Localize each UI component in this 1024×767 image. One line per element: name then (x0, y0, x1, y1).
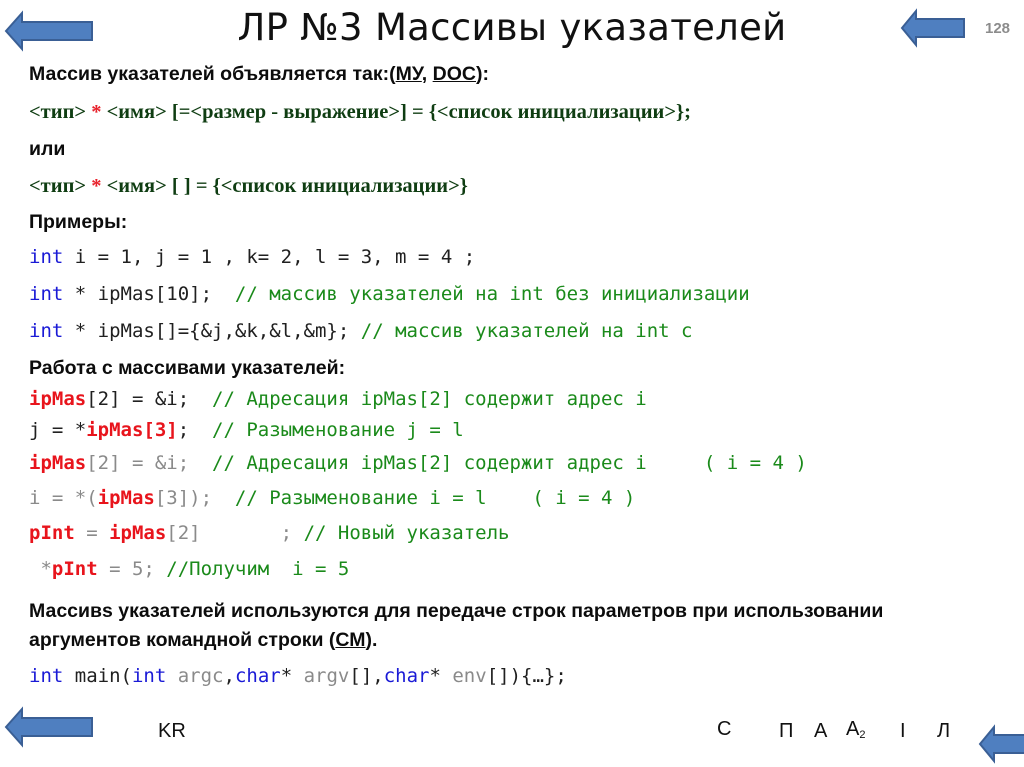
declaration-intro: Массив указателей объявляется так:( (29, 63, 396, 85)
pointer-star: * (91, 101, 102, 123)
examples-heading: Примеры: (29, 211, 128, 233)
back-arrow-bottom-right[interactable] (978, 724, 1024, 764)
syntax-rest: <имя> [ ] = {<список инициализации>} (101, 175, 468, 197)
code-line: pInt = ipMas[2] ; // Новый указатель (29, 522, 509, 544)
code-line: int * ipMas[10]; // массив указателей на… (29, 283, 750, 305)
link-cm[interactable]: СМ (335, 629, 365, 651)
code-text: * ipMas[]={&j,&k,&l,&m}; (63, 320, 361, 342)
keyword: int (29, 665, 64, 687)
argv-description-line-2: аргументов командной строки (СМ). (29, 629, 377, 652)
nav-link-p[interactable]: П (779, 720, 793, 743)
slide-number: 128 (985, 20, 1011, 37)
keyword: int (29, 246, 64, 268)
code-text: i = 1, j = 1 , k= 2, l = 3, m = 4 ; (63, 246, 476, 268)
code-comment: // Адресация ipMas[2] содержит адрес i (212, 388, 647, 410)
keyword: int (29, 283, 64, 305)
declaration-heading: Массив указателей объявляется так:(МУ, D… (29, 63, 489, 86)
syntax-type: <тип> (29, 175, 92, 197)
argv-description-line-1: Массивs указателей используются для пере… (29, 600, 884, 622)
slide-title: ЛР №3 Массивы указателей (237, 6, 787, 49)
code-line: i = *(ipMas[3]); // Разыменование i = l … (29, 487, 635, 509)
left-arrow-icon (978, 724, 1024, 764)
code-text: j = * (29, 419, 87, 441)
keyword: char (383, 665, 430, 687)
code-comment: // Адресация ipMas[2] содержит адрес i (… (212, 452, 807, 474)
separator: , (421, 63, 433, 85)
code-line: j = *ipMas[3]; // Разыменование j = l (29, 419, 464, 441)
keyword: char (234, 665, 281, 687)
declaration-intro-end: ): (475, 63, 489, 85)
syntax-line-2: <тип> * <имя> [ ] = {<список инициализац… (29, 175, 468, 198)
code-text: = 5; (97, 558, 167, 580)
code-text: []){…}; (486, 665, 567, 687)
subscript: 2 (859, 729, 866, 741)
link-doc[interactable]: DOC (433, 63, 476, 85)
param: argv (303, 665, 350, 687)
code-text: [], (349, 665, 384, 687)
code-text: [3]); (154, 487, 235, 509)
code-line: ipMas[2] = &i; // Адресация ipMas[2] сод… (29, 452, 807, 474)
code-comment: // массив указателей на int с (360, 320, 693, 342)
syntax-rest: <имя> [=<размер - выражение>] = {<список… (101, 101, 691, 123)
nav-link-kr[interactable]: KR (158, 720, 186, 743)
code-text: ; (177, 419, 213, 441)
highlight-var: ipMas[3] (86, 419, 178, 441)
link-mu[interactable]: МУ (396, 63, 422, 85)
highlight-var: ipMas (109, 522, 167, 544)
or-label: или (29, 138, 66, 160)
code-text: i = *( (29, 487, 98, 509)
highlight-var: pInt (51, 558, 98, 580)
code-text: main( (63, 665, 132, 687)
back-arrow-top-right[interactable] (900, 8, 966, 48)
code-comment: // массив указателей на int без инициали… (234, 283, 750, 305)
keyword: int (131, 665, 167, 687)
code-comment: // Новый указатель (303, 522, 510, 544)
code-text: , (223, 665, 235, 687)
left-arrow-icon (4, 706, 93, 748)
code-text: [2] ; (166, 522, 304, 544)
code-text: [2] = &i; (86, 388, 213, 410)
syntax-type: <тип> (29, 101, 92, 123)
highlight-var: ipMas (29, 388, 87, 410)
highlight-var: pInt (29, 522, 75, 544)
nav-letter-a: А (846, 718, 860, 740)
code-text: [2] = &i; (86, 452, 213, 474)
code-line: ipMas[2] = &i; // Адресация ipMas[2] сод… (29, 388, 647, 410)
nav-link-c[interactable]: С (717, 718, 731, 741)
back-arrow-bottom-left[interactable] (4, 706, 96, 748)
main-signature: int main(int argc,char* argv[],char* env… (29, 665, 567, 687)
nav-link-a2[interactable]: А2 (846, 718, 865, 741)
highlight-var: ipMas (29, 452, 87, 474)
code-comment: // Разыменование j = l (212, 419, 464, 441)
pointer-star: * (91, 175, 102, 197)
param: argc (166, 665, 224, 687)
nav-link-a[interactable]: А (814, 720, 827, 743)
code-comment: // Разыменование i = l ( i = 4 ) (234, 487, 636, 509)
highlight-var: ipMas (97, 487, 155, 509)
code-text: * (429, 665, 453, 687)
code-text: * (280, 665, 304, 687)
code-text: * (29, 558, 52, 580)
code-line: *pInt = 5; //Получим i = 5 (29, 558, 349, 580)
keyword: int (29, 320, 64, 342)
nav-link-l[interactable]: Л (937, 720, 950, 743)
code-text: = (74, 522, 110, 544)
code-line: int * ipMas[]={&j,&k,&l,&m}; // массив у… (29, 320, 692, 342)
nav-link-i[interactable]: І (900, 720, 906, 743)
left-arrow-icon (900, 8, 965, 48)
argv-text-end: ). (365, 629, 378, 651)
argv-text: аргументов командной строки ( (29, 629, 336, 651)
param: env (452, 665, 487, 687)
code-line: int i = 1, j = 1 , k= 2, l = 3, m = 4 ; (29, 246, 475, 268)
code-text: * ipMas[10]; (63, 283, 235, 305)
syntax-line-1: <тип> * <имя> [=<размер - выражение>] = … (29, 101, 691, 124)
code-comment: //Получим i = 5 (166, 558, 350, 580)
work-heading: Работа с массивами указателей: (29, 357, 346, 379)
